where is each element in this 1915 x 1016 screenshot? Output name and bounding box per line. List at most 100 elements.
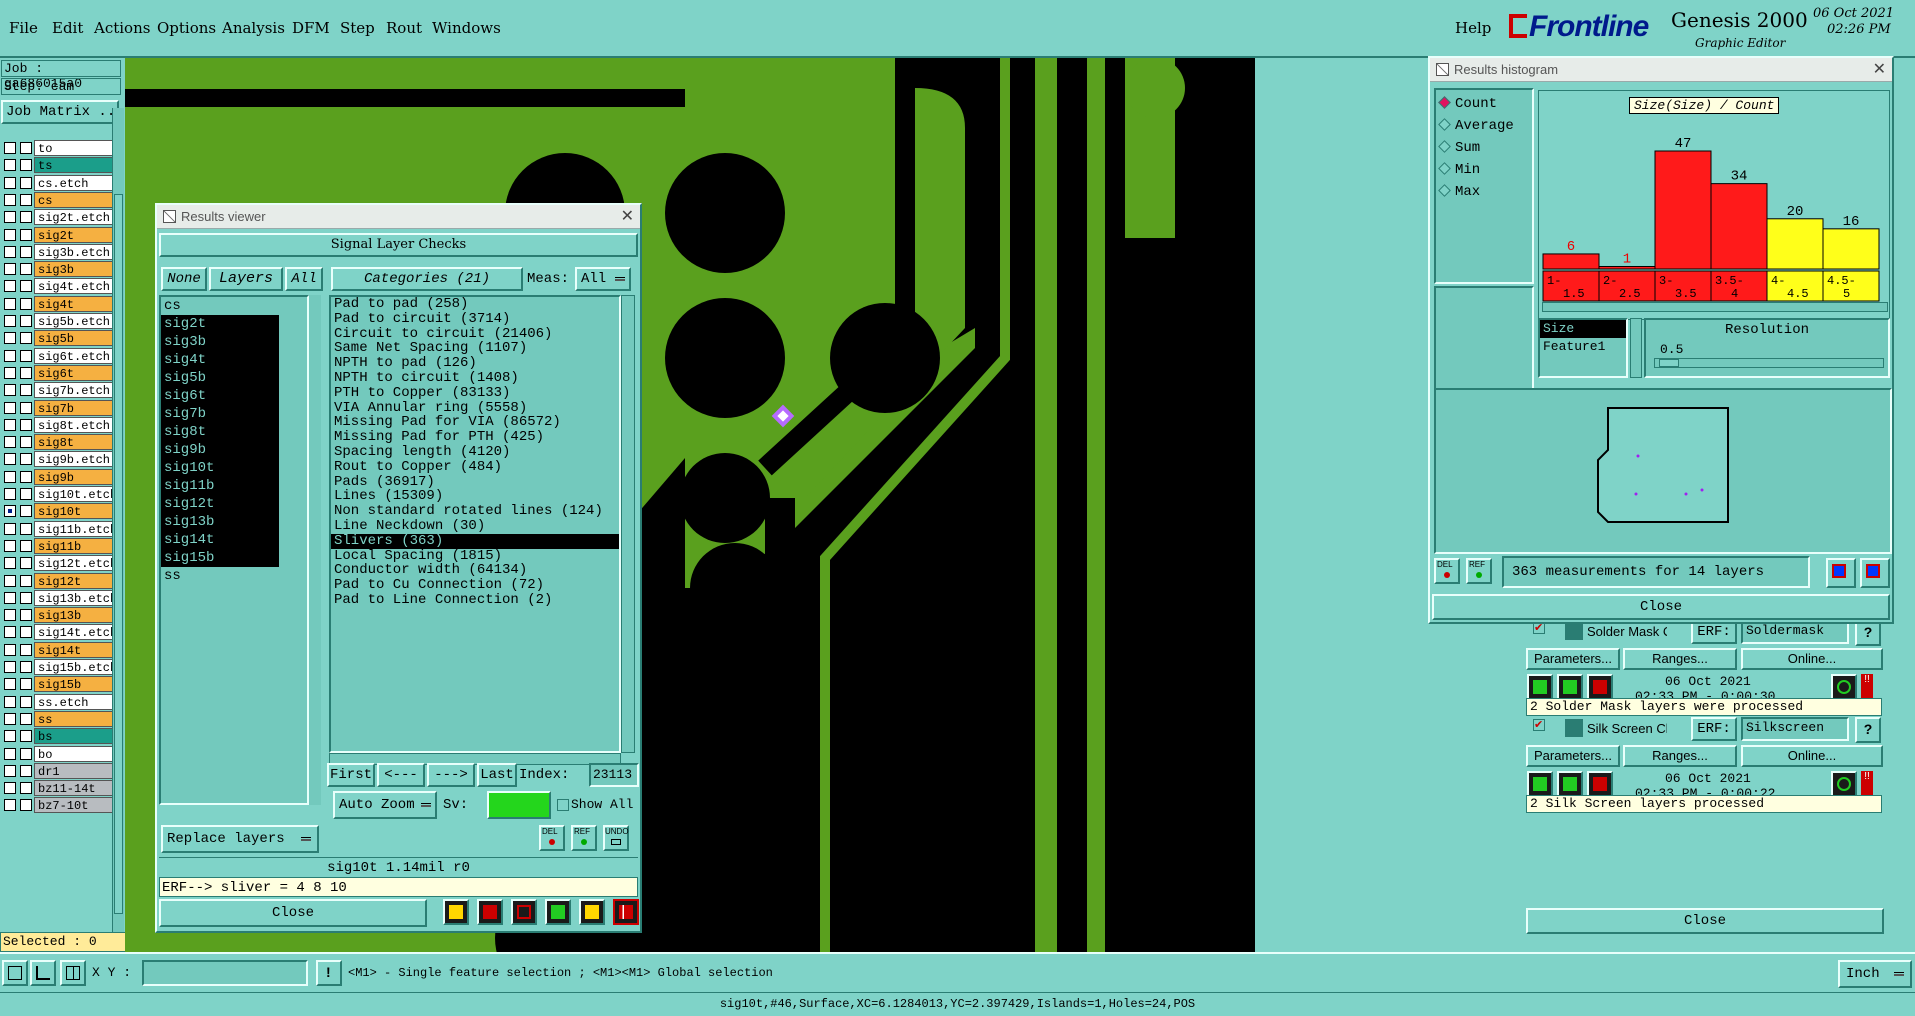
layer-affected-checkbox[interactable]	[20, 764, 32, 777]
info-button[interactable]: !	[316, 960, 342, 986]
layer-row[interactable]: sig9b	[0, 468, 120, 486]
result-layer-item[interactable]: sig15b	[161, 549, 279, 567]
job-matrix-button[interactable]: Job Matrix ...	[1, 100, 119, 124]
layer-affected-checkbox[interactable]	[20, 366, 32, 379]
layer-name[interactable]: sig13b.etch	[34, 589, 118, 606]
layer-row[interactable]: bz11-14t	[0, 780, 120, 797]
none-button[interactable]: None	[161, 267, 207, 291]
layer-row[interactable]: sig13b	[0, 607, 120, 624]
layer-checkbox[interactable]	[4, 193, 16, 206]
online-button[interactable]: Online...	[1741, 648, 1883, 670]
layer-name[interactable]: sig5b	[34, 330, 118, 347]
layer-name[interactable]: ss.etch	[34, 693, 118, 710]
result-layer-item[interactable]: sig3b	[161, 333, 279, 351]
layer-checkbox[interactable]	[4, 297, 16, 310]
axis-scrollbar[interactable]	[1630, 318, 1642, 378]
layer-affected-checkbox[interactable]	[20, 349, 32, 362]
layer-affected-checkbox[interactable]	[20, 176, 32, 189]
edit-icon-button[interactable]	[477, 899, 503, 925]
category-item[interactable]: Non standard rotated lines (124)	[331, 504, 619, 519]
layer-row[interactable]: sig15b	[0, 676, 120, 693]
layer-checkbox[interactable]	[4, 799, 16, 812]
layer-affected-checkbox[interactable]	[20, 418, 32, 431]
zoom-check-button[interactable]	[1831, 771, 1857, 797]
layer-results-scrollbar[interactable]	[309, 295, 321, 805]
layer-checkbox[interactable]	[4, 418, 16, 431]
layer-checkbox[interactable]	[4, 401, 16, 414]
layer-row[interactable]: ss	[0, 710, 120, 728]
layer-checkbox[interactable]	[4, 764, 16, 777]
layer-row[interactable]: sig5b	[0, 330, 120, 347]
layer-affected-checkbox[interactable]	[20, 470, 32, 483]
layer-checkbox[interactable]	[4, 747, 16, 760]
layer-affected-checkbox[interactable]	[20, 574, 32, 587]
layer-affected-checkbox[interactable]	[20, 263, 32, 276]
layer-row[interactable]: sig8t	[0, 434, 120, 451]
layer-row[interactable]: sig4t.etch	[0, 278, 120, 295]
layer-checkbox[interactable]	[4, 176, 16, 189]
layer-checkbox[interactable]	[4, 730, 16, 743]
axis-option-feature1[interactable]: Feature1	[1540, 338, 1626, 356]
layer-row[interactable]: cs	[0, 191, 120, 209]
layer-checkbox[interactable]	[4, 661, 16, 673]
layer-row[interactable]: cs.etch	[0, 174, 120, 192]
layer-list-scrollbar[interactable]	[112, 108, 124, 938]
category-item[interactable]: Circuit to circuit (21406)	[331, 326, 619, 342]
layer-checkbox[interactable]	[4, 315, 16, 327]
layer-row[interactable]: sig14t	[0, 641, 120, 659]
layer-row[interactable]: sig14t.etch	[0, 624, 120, 641]
category-item[interactable]: Spacing length (4120)	[331, 445, 619, 460]
layer-affected-checkbox[interactable]	[20, 245, 32, 258]
category-item[interactable]: Local Spacing (1815)	[331, 548, 619, 564]
layer-name[interactable]: sig8t.etch	[34, 416, 118, 433]
menu-file[interactable]: File	[9, 19, 38, 37]
meas-select[interactable]: All	[575, 267, 631, 291]
layer-affected-checkbox[interactable]	[20, 488, 32, 500]
layer-name[interactable]: sig11b.etch	[34, 520, 118, 537]
result-layer-item[interactable]: sig12t	[161, 495, 279, 513]
layer-affected-checkbox[interactable]	[20, 522, 32, 535]
category-item[interactable]: Missing Pad for VIA (86572)	[331, 415, 619, 430]
del-button[interactable]: DEL	[539, 825, 565, 851]
layer-row[interactable]: sig7b	[0, 399, 120, 417]
show-all-checkbox[interactable]	[557, 799, 569, 811]
layer-checkbox[interactable]	[4, 539, 16, 552]
menu-options[interactable]: Options	[157, 19, 216, 37]
layer-name[interactable]: sig10t.etch	[34, 486, 118, 502]
all-button[interactable]: All	[285, 267, 323, 291]
result-layer-item[interactable]: sig8t	[161, 423, 279, 441]
result-layer-item[interactable]: ss	[161, 567, 279, 585]
stop-check-button[interactable]	[1587, 674, 1613, 700]
category-item[interactable]: Missing Pad for PTH (425)	[331, 430, 619, 445]
results-viewer-close-button[interactable]: Close	[159, 899, 427, 927]
result-layer-item[interactable]: sig10t	[161, 459, 279, 477]
layer-checkbox[interactable]	[4, 159, 16, 172]
layer-affected-checkbox[interactable]	[20, 211, 32, 224]
check-enable-checkbox[interactable]: ✔	[1533, 719, 1545, 731]
layer-row[interactable]: sig11b.etch	[0, 520, 120, 538]
layer-checkbox[interactable]	[4, 245, 16, 258]
category-item[interactable]: NPTH to pad (126)	[331, 356, 619, 371]
histogram-icon-button[interactable]	[613, 899, 639, 925]
category-item[interactable]: Pads (36917)	[331, 474, 619, 490]
run-check-alt-button[interactable]	[1557, 771, 1583, 797]
layer-checkbox[interactable]	[4, 366, 16, 379]
menu-help[interactable]: Help	[1455, 19, 1491, 37]
layer-affected-checkbox[interactable]	[20, 782, 32, 795]
zoom-check-button[interactable]	[1831, 674, 1857, 700]
layer-row[interactable]: sig15b.etch	[0, 659, 120, 676]
compare-icon-button[interactable]	[545, 899, 571, 925]
check-header-button[interactable]: Signal Layer Checks	[159, 233, 638, 257]
layer-checkbox[interactable]	[4, 609, 16, 622]
layer-row[interactable]: sig2t	[0, 226, 120, 244]
ranges-button[interactable]: Ranges...	[1623, 648, 1737, 670]
select-tool-button[interactable]	[2, 960, 28, 986]
layer-row[interactable]: sig3b	[0, 261, 120, 278]
erf-value[interactable]: Silkscreen	[1741, 717, 1849, 741]
layer-name[interactable]: sig3b	[34, 261, 118, 278]
layer-checkbox[interactable]	[4, 695, 16, 708]
report-icon-button[interactable]	[579, 899, 605, 925]
layer-row[interactable]: sig7b.etch	[0, 382, 120, 399]
layer-checkbox[interactable]	[4, 626, 16, 639]
layer-affected-checkbox[interactable]	[20, 591, 32, 604]
